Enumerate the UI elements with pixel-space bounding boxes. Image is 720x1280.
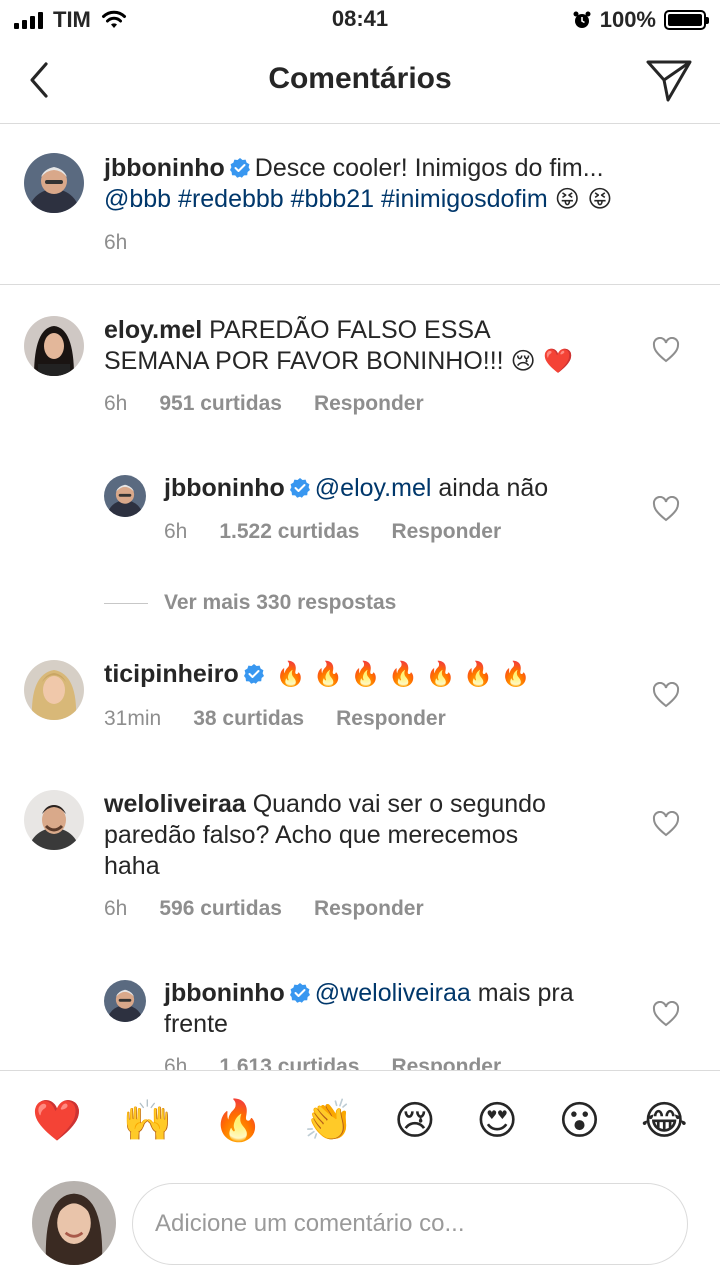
divider bbox=[104, 602, 148, 604]
status-right: 100% bbox=[572, 7, 709, 33]
reply-username[interactable]: jbboninho bbox=[164, 979, 285, 1007]
verified-badge-icon bbox=[289, 478, 310, 498]
comment-input-wrapper bbox=[132, 1183, 688, 1265]
paper-plane-icon[interactable] bbox=[644, 56, 694, 104]
comment-time: 6h bbox=[104, 392, 128, 415]
avatar[interactable] bbox=[104, 475, 146, 517]
avatar[interactable] bbox=[24, 790, 84, 850]
reply-username[interactable]: jbboninho bbox=[164, 474, 285, 502]
like-heart-icon[interactable] bbox=[652, 496, 680, 522]
like-heart-icon[interactable] bbox=[652, 1001, 680, 1027]
comment-body-line1: PAREDÃO FALSO ESSA bbox=[209, 316, 491, 344]
reply-time: 6h bbox=[164, 1055, 188, 1070]
reply-button[interactable]: Responder bbox=[391, 520, 501, 544]
comment-username[interactable]: weloliveiraa bbox=[104, 790, 246, 818]
alarm-icon bbox=[573, 11, 591, 28]
page-title: Comentários bbox=[268, 62, 452, 95]
quick-reactions: ❤️ 🙌 🔥 👏 😢 😍 😮 😂 bbox=[0, 1097, 720, 1145]
reaction-laughing[interactable]: 😂 bbox=[641, 1097, 688, 1145]
reaction-heart-eyes[interactable]: 😍 bbox=[476, 1097, 518, 1145]
reply-mention[interactable]: @eloy.mel bbox=[315, 474, 432, 502]
caption-meta: 6h bbox=[104, 231, 127, 255]
reply-likes[interactable]: 1.522 curtidas bbox=[219, 520, 359, 544]
comment-text: ticipinheiro 🔥 🔥 🔥 🔥 🔥 🔥 🔥 bbox=[104, 659, 644, 690]
reply-button[interactable]: Responder bbox=[314, 897, 424, 921]
comment-meta: 6h 596 curtidas Responder bbox=[104, 897, 424, 921]
comment-body-line1: Quando vai ser o segundo bbox=[252, 790, 546, 818]
comment-body-line2: paredão falso? Acho que merecemos bbox=[104, 821, 519, 849]
reply-likes[interactable]: 1.613 curtidas bbox=[219, 1055, 359, 1070]
status-bar: TIM 08:41 100% bbox=[0, 0, 720, 40]
reply-body-line1: mais pra bbox=[477, 979, 574, 1007]
reply-time: 6h bbox=[164, 520, 188, 543]
reply-text: jbboninho @eloy.mel ainda não bbox=[164, 473, 644, 504]
reaction-raising-hands[interactable]: 🙌 bbox=[123, 1097, 173, 1145]
avatar[interactable] bbox=[24, 316, 84, 376]
comment-meta: 31min 38 curtidas Responder bbox=[104, 707, 446, 731]
reply-meta: 6h 1.522 curtidas Responder bbox=[164, 520, 501, 544]
comment-emoji: 😢 ❤️ bbox=[510, 347, 574, 375]
reply-button[interactable]: Responder bbox=[391, 1055, 501, 1070]
caption-username[interactable]: jbboninho bbox=[104, 154, 225, 182]
comment-likes[interactable]: 38 curtidas bbox=[193, 707, 304, 731]
reaction-fire[interactable]: 🔥 bbox=[213, 1097, 263, 1145]
comments-header: Comentários bbox=[0, 40, 720, 124]
caption-body: Desce cooler! Inimigos do fim... bbox=[254, 154, 604, 182]
like-heart-icon[interactable] bbox=[652, 811, 680, 837]
avatar[interactable] bbox=[24, 153, 84, 213]
comment-likes[interactable]: 951 curtidas bbox=[159, 392, 282, 416]
reaction-surprised[interactable]: 😮 bbox=[559, 1097, 601, 1145]
reply-meta: 6h 1.613 curtidas Responder bbox=[164, 1055, 501, 1070]
reaction-crying[interactable]: 😢 bbox=[394, 1097, 436, 1145]
reply-body: ainda não bbox=[438, 474, 549, 502]
caption-time: 6h bbox=[104, 231, 128, 254]
caption-text: jbboninho Desce cooler! Inimigos do fim..… bbox=[104, 153, 704, 215]
verified-badge-icon bbox=[229, 158, 250, 178]
comment-body-line2: SEMANA POR FAVOR BONINHO!!! bbox=[104, 347, 504, 375]
view-more-replies[interactable]: Ver mais 330 respostas bbox=[104, 591, 396, 615]
reply-button[interactable]: Responder bbox=[314, 392, 424, 416]
comment-username[interactable]: eloy.mel bbox=[104, 316, 202, 344]
verified-badge-icon bbox=[243, 664, 264, 684]
comment-meta: 6h 951 curtidas Responder bbox=[104, 392, 424, 416]
reply-text: jbboninho @weloliveiraa mais pra frente bbox=[164, 978, 644, 1040]
avatar[interactable] bbox=[104, 980, 146, 1022]
reaction-clap[interactable]: 👏 bbox=[304, 1097, 354, 1145]
comment-text: weloliveiraa Quando vai ser o segundo pa… bbox=[104, 789, 644, 882]
comment-composer: ❤️ 🙌 🔥 👏 😢 😍 😮 😂 bbox=[0, 1070, 720, 1280]
comment-list[interactable]: jbboninho Desce cooler! Inimigos do fim..… bbox=[0, 125, 720, 1070]
comment-time: 6h bbox=[104, 897, 128, 920]
battery-icon bbox=[664, 10, 709, 30]
reaction-heart[interactable]: ❤️ bbox=[32, 1097, 82, 1145]
caption-emoji: 😝 😝 bbox=[554, 185, 613, 213]
like-heart-icon[interactable] bbox=[652, 682, 680, 708]
reply-mention[interactable]: @weloliveiraa bbox=[315, 979, 471, 1007]
comment-time: 31min bbox=[104, 707, 162, 730]
like-heart-icon[interactable] bbox=[652, 337, 680, 363]
comment-emoji: 🔥 🔥 🔥 🔥 🔥 🔥 🔥 bbox=[275, 660, 531, 688]
comment-likes[interactable]: 596 curtidas bbox=[159, 897, 282, 921]
comment-input[interactable] bbox=[155, 1184, 665, 1263]
reply-body-line2: frente bbox=[164, 1010, 228, 1038]
battery-percent: 100% bbox=[599, 7, 656, 32]
comment-text: eloy.mel PAREDÃO FALSO ESSA SEMANA POR F… bbox=[104, 315, 644, 377]
comment-username[interactable]: ticipinheiro bbox=[104, 660, 239, 688]
more-replies-label[interactable]: Ver mais 330 respostas bbox=[164, 591, 396, 615]
current-user-avatar bbox=[32, 1181, 116, 1265]
comment-body-line3: haha bbox=[104, 852, 160, 880]
post-caption: jbboninho Desce cooler! Inimigos do fim..… bbox=[0, 125, 720, 285]
caption-tags[interactable]: @bbb #redebbb #bbb21 #inimigosdofim bbox=[104, 185, 548, 213]
verified-badge-icon bbox=[289, 983, 310, 1003]
reply-button[interactable]: Responder bbox=[336, 707, 446, 731]
avatar[interactable] bbox=[24, 660, 84, 720]
